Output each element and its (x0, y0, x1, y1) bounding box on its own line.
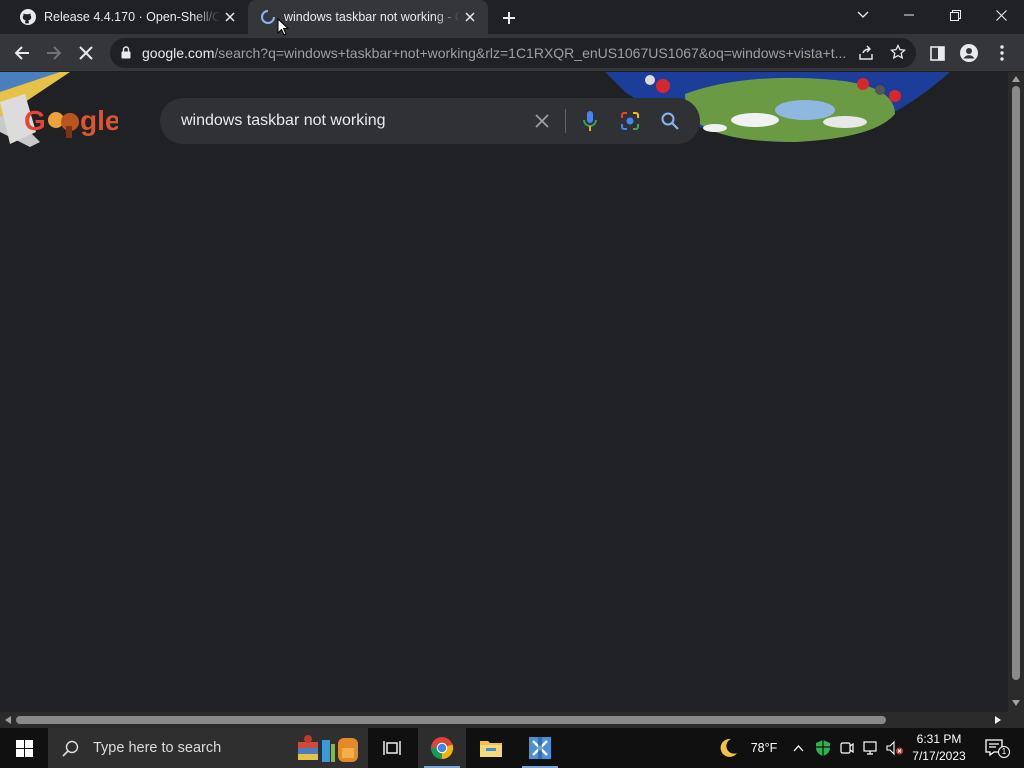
weather-temperature: 78°F (750, 741, 778, 755)
side-panel-icon (929, 45, 945, 61)
system-clock[interactable]: 6:31 PM 7/17/2023 (906, 731, 972, 765)
task-view-button[interactable] (368, 728, 416, 768)
loading-spinner-icon (260, 9, 276, 25)
close-tab-icon[interactable] (220, 7, 240, 27)
scrollbar-corner (1008, 712, 1024, 728)
search-icon (661, 112, 679, 130)
scroll-left-arrow-icon[interactable] (5, 716, 11, 724)
share-icon[interactable] (858, 45, 874, 66)
close-icon (535, 114, 549, 128)
url-text[interactable]: google.com/search?q=windows+taskbar+not+… (142, 45, 852, 61)
chevron-up-icon (793, 744, 803, 751)
scroll-up-arrow-icon[interactable] (1012, 76, 1020, 82)
show-hidden-icons-button[interactable] (788, 728, 808, 768)
camera-lens-icon (621, 112, 639, 130)
horizontal-scrollbar[interactable] (0, 712, 1008, 728)
browser-toolbar: google.com/search?q=windows+taskbar+not+… (0, 34, 1024, 72)
clock-date: 7/17/2023 (912, 749, 966, 763)
security-tray-button[interactable] (813, 728, 833, 768)
arrow-right-icon (47, 46, 62, 60)
editor-app-icon (529, 737, 551, 759)
plus-icon (503, 12, 515, 24)
minimize-icon (904, 14, 914, 16)
new-tab-button[interactable] (498, 7, 520, 29)
tab-title: Release 4.4.170 · Open-Shell/Open-Shell-… (44, 10, 220, 24)
taskbar-search-box[interactable]: Type here to search (48, 728, 368, 768)
stop-icon (79, 46, 93, 60)
restore-icon (949, 9, 961, 21)
search-icon (62, 740, 79, 757)
menu-button[interactable] (986, 37, 1018, 69)
profile-button[interactable] (953, 37, 985, 69)
search-submit-button[interactable] (658, 109, 682, 133)
microphone-icon (583, 111, 597, 131)
file-explorer-taskbar-button[interactable] (467, 728, 515, 768)
video-camera-icon (840, 742, 854, 754)
url-path: /search?q=windows+taskbar+not+working&rl… (214, 45, 847, 61)
page-viewport: G gle windows taskbar not working (0, 72, 1008, 712)
tab-title: windows taskbar not working - Google Sea… (284, 10, 460, 24)
profile-icon (960, 44, 978, 62)
google-doodle-logo[interactable]: G gle (22, 102, 120, 142)
volume-tray-button[interactable] (884, 728, 906, 768)
folder-icon (480, 741, 502, 757)
meet-now-tray-button[interactable] (837, 728, 857, 768)
svg-text:G: G (24, 105, 46, 136)
stop-loading-button[interactable] (70, 37, 102, 69)
voice-search-button[interactable] (578, 109, 602, 133)
windows-logo-icon (15, 739, 33, 757)
doodle-logo-graphic: G gle (24, 105, 120, 138)
search-highlight-illustration-icon (298, 735, 358, 762)
github-icon (20, 9, 36, 25)
close-icon (995, 9, 1007, 21)
notification-count-badge: 1 (998, 746, 1010, 758)
horizontal-scroll-thumb[interactable] (16, 716, 886, 724)
weather-widget[interactable]: 78°F (704, 728, 790, 768)
chrome-taskbar-button[interactable] (418, 728, 466, 768)
mouse-cursor-icon (277, 18, 289, 36)
url-domain: google.com (142, 45, 215, 61)
windows-taskbar: Type here to search 78°F 6:31 PM 7/17/20… (0, 728, 1024, 768)
speaker-muted-icon (886, 741, 903, 755)
tab-search-button[interactable] (840, 0, 886, 30)
vertical-scrollbar[interactable] (1008, 72, 1024, 712)
tab-strip: Release 4.4.170 · Open-Shell/Open-Shell-… (0, 0, 1024, 34)
search-input[interactable]: windows taskbar not working (181, 112, 386, 130)
network-tray-button[interactable] (860, 728, 882, 768)
moon-icon (720, 738, 737, 757)
chevron-down-icon (857, 11, 869, 18)
task-view-icon (383, 741, 401, 755)
chrome-icon (430, 737, 454, 760)
close-tab-icon[interactable] (460, 7, 480, 27)
clock-time: 6:31 PM (916, 732, 962, 746)
close-window-button[interactable] (978, 0, 1024, 30)
address-bar[interactable]: google.com/search?q=windows+taskbar+not+… (110, 38, 916, 68)
tab-open-shell-release[interactable]: Release 4.4.170 · Open-Shell/Open-Shell-… (8, 0, 248, 34)
restore-button[interactable] (932, 0, 978, 30)
side-panel-button[interactable] (921, 37, 953, 69)
svg-text:gle: gle (80, 105, 118, 136)
shield-icon (816, 740, 830, 756)
taskbar-search-placeholder: Type here to search (93, 740, 222, 756)
notification-center-button[interactable]: 1 (978, 728, 1012, 768)
arrow-left-icon (14, 46, 29, 60)
vertical-scroll-thumb[interactable] (1012, 86, 1020, 680)
network-icon (863, 741, 877, 755)
start-button[interactable] (0, 728, 48, 768)
star-icon[interactable] (889, 43, 907, 65)
divider (565, 109, 566, 133)
back-button[interactable] (6, 37, 38, 69)
search-box[interactable]: windows taskbar not working (160, 98, 700, 144)
scroll-right-arrow-icon[interactable] (995, 716, 1001, 724)
editor-app-taskbar-button[interactable] (516, 728, 564, 768)
clear-search-button[interactable] (530, 109, 554, 133)
minimize-button[interactable] (886, 0, 932, 30)
kebab-menu-icon (1000, 45, 1004, 61)
forward-button[interactable] (38, 37, 70, 69)
lock-icon[interactable] (121, 46, 131, 64)
scroll-down-arrow-icon[interactable] (1012, 700, 1020, 706)
lens-search-button[interactable] (618, 109, 642, 133)
